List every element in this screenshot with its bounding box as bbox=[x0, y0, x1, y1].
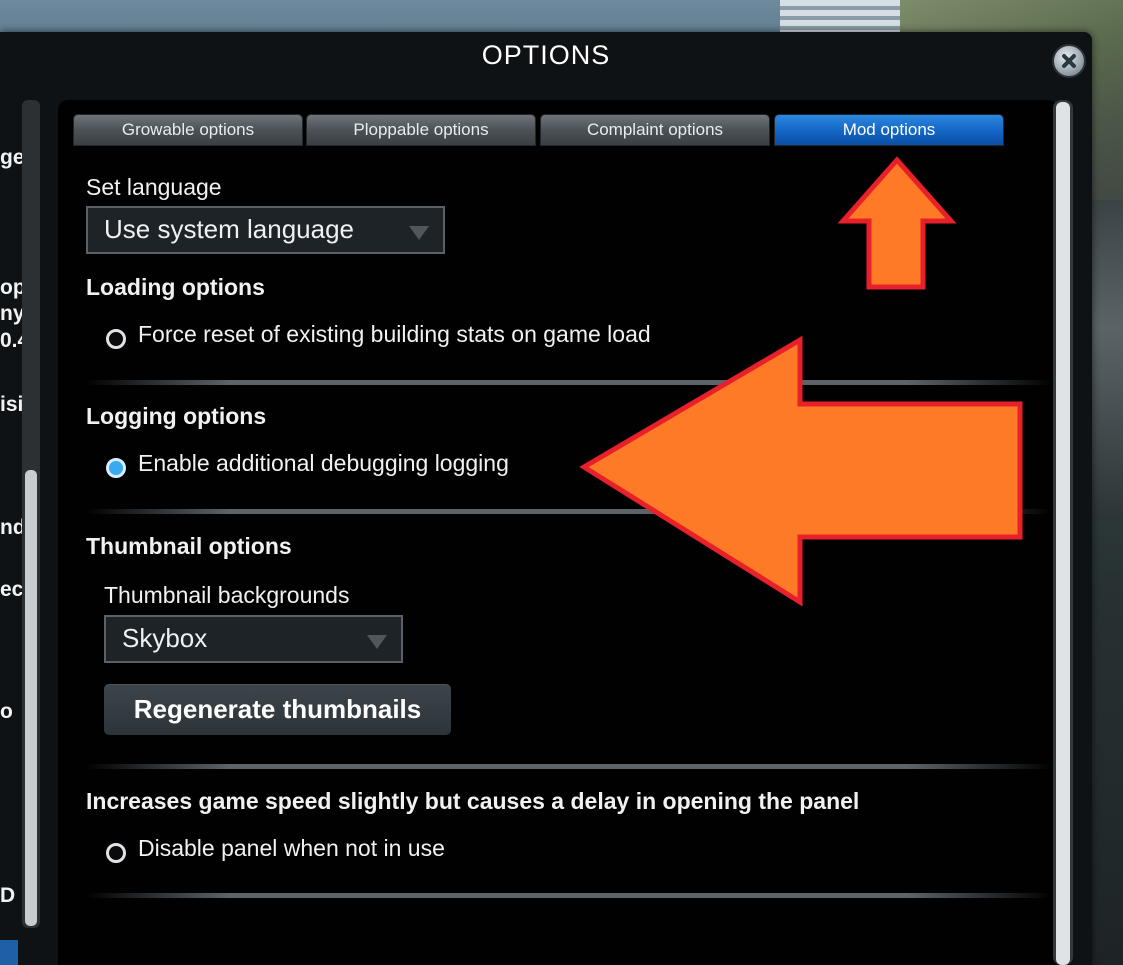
section-divider bbox=[86, 893, 1052, 898]
left-scrollbar-thumb[interactable] bbox=[25, 470, 37, 926]
close-icon[interactable] bbox=[1052, 44, 1086, 78]
debug-logging-label[interactable]: Enable additional debugging logging bbox=[138, 450, 509, 477]
background-road bbox=[1090, 200, 1123, 520]
language-dropdown[interactable]: Use system language bbox=[86, 206, 445, 254]
right-scrollbar-thumb[interactable] bbox=[1056, 102, 1070, 965]
left-panel-accent bbox=[0, 940, 18, 965]
loading-options-title: Loading options bbox=[86, 274, 265, 300]
disable-panel-checkbox[interactable] bbox=[106, 843, 126, 863]
tab-growable-options[interactable]: Growable options bbox=[73, 114, 303, 146]
language-dropdown-value: Use system language bbox=[104, 214, 355, 244]
window-title: OPTIONS bbox=[481, 40, 611, 70]
section-divider bbox=[86, 509, 1052, 514]
left-scrollbar[interactable] bbox=[22, 100, 40, 928]
right-scrollbar[interactable] bbox=[1053, 100, 1073, 965]
left-panel-text: ec bbox=[0, 578, 24, 601]
force-reset-label[interactable]: Force reset of existing building stats o… bbox=[138, 321, 651, 348]
thumbnail-backgrounds-label: Thumbnail backgrounds bbox=[104, 582, 350, 608]
debug-logging-checkbox[interactable] bbox=[106, 458, 126, 478]
left-panel-text: isi bbox=[0, 393, 24, 416]
thumbnail-backgrounds-dropdown[interactable]: Skybox bbox=[104, 615, 403, 663]
left-panel-text: ge bbox=[0, 146, 25, 169]
tab-complaint-options[interactable]: Complaint options bbox=[540, 114, 770, 146]
tab-mod-options[interactable]: Mod options bbox=[774, 114, 1004, 146]
thumbnail-backgrounds-value: Skybox bbox=[122, 623, 208, 653]
force-reset-checkbox[interactable] bbox=[106, 329, 126, 349]
logging-options-title: Logging options bbox=[86, 403, 267, 429]
language-label: Set language bbox=[86, 174, 222, 200]
left-panel-text: o bbox=[0, 700, 13, 723]
section-divider bbox=[86, 380, 1052, 385]
regenerate-thumbnails-button[interactable]: Regenerate thumbnails bbox=[104, 684, 451, 735]
tab-ploppable-options[interactable]: Ploppable options bbox=[306, 114, 536, 146]
chevron-down-icon bbox=[409, 226, 429, 240]
panel-speed-description: Increases game speed slightly but causes… bbox=[86, 788, 860, 814]
section-divider bbox=[86, 764, 1052, 769]
chevron-down-icon bbox=[367, 635, 387, 649]
left-panel-text: ny bbox=[0, 302, 25, 325]
disable-panel-label[interactable]: Disable panel when not in use bbox=[138, 835, 445, 862]
thumbnail-options-title: Thumbnail options bbox=[86, 533, 292, 559]
